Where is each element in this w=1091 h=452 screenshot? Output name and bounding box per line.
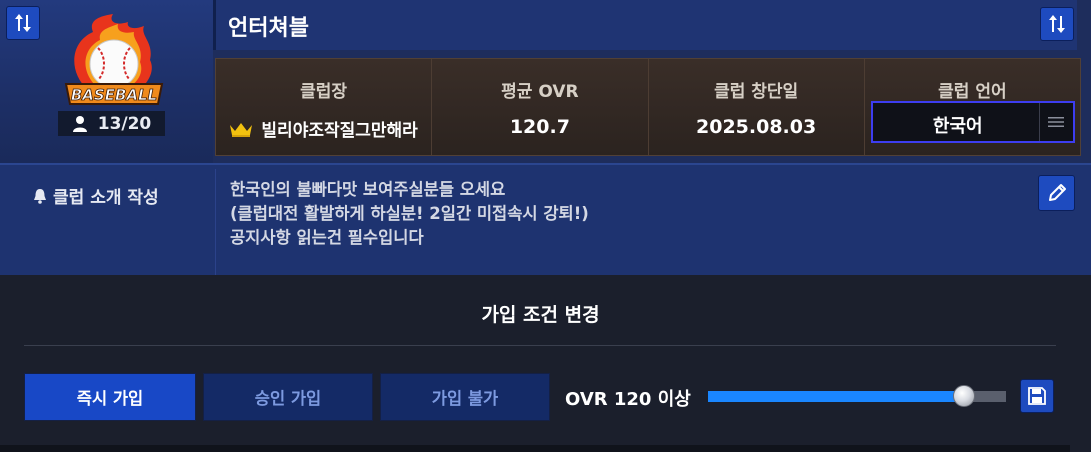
founded-value: 2025.08.03 bbox=[696, 116, 817, 138]
language-label: 클럽 언어 bbox=[938, 82, 1007, 102]
leader-column: 클럽장 빌리야조작질그만해라 bbox=[216, 59, 433, 155]
edit-intro-button[interactable] bbox=[1038, 175, 1075, 211]
ovr-condition-label: OVR 120 이상 bbox=[565, 389, 691, 410]
leader-value-row: 빌리야조작질그만해라 bbox=[216, 116, 431, 141]
slider-fill bbox=[708, 391, 964, 402]
crown-icon bbox=[230, 122, 253, 137]
founded-label: 클럽 창단일 bbox=[714, 82, 799, 102]
avg-ovr-column: 평균 OVR 120.7 bbox=[432, 59, 649, 155]
emblem-text: BASEBALL bbox=[71, 86, 157, 104]
leader-name: 빌리야조작질그만해라 bbox=[261, 121, 418, 141]
join-divider bbox=[24, 345, 1056, 346]
language-value: 한국어 bbox=[932, 116, 983, 137]
avg-ovr-value: 120.7 bbox=[509, 116, 570, 138]
bell-icon bbox=[34, 188, 46, 204]
baseball-emblem-logo: BASEBALL bbox=[64, 14, 164, 105]
person-icon bbox=[72, 115, 87, 132]
founded-column: 클럽 창단일 2025.08.03 bbox=[649, 59, 865, 155]
join-title: 가입 조건 변경 bbox=[481, 304, 600, 326]
club-info-table: 클럽장 빌리야조작질그만해라 평균 OVR 120.7 클럽 창단일 2025.… bbox=[215, 58, 1081, 156]
leader-label: 클럽장 bbox=[300, 82, 348, 102]
ovr-slider[interactable] bbox=[708, 385, 1006, 407]
intro-label: 클럽 소개 작성 bbox=[53, 188, 159, 208]
club-name: 언터쳐블 bbox=[228, 16, 309, 41]
language-menu-button[interactable] bbox=[1038, 103, 1073, 141]
swap-arrows-icon bbox=[1049, 15, 1065, 33]
join-condition-section: 가입 조건 변경 즉시 가입 승인 가입 가입 불가 OVR 120 이상 bbox=[0, 275, 1091, 452]
club-header: BASEBALL 13/20 언터쳐블 클럽장 빌리야조작질그만해라 평균 OV… bbox=[0, 0, 1091, 163]
club-info-screen: BASEBALL 13/20 언터쳐블 클럽장 빌리야조작질그만해라 평균 OV… bbox=[0, 0, 1091, 452]
club-intro-section: 클럽 소개 작성 한국인의 불빠다맛 보여주실분들 오세요 (클럽대전 활발하게… bbox=[0, 163, 1091, 275]
swap-emblem-button[interactable] bbox=[6, 6, 40, 40]
language-select[interactable]: 한국어 bbox=[870, 101, 1075, 143]
avg-ovr-label: 평균 OVR bbox=[501, 82, 579, 102]
intro-divider bbox=[215, 169, 216, 275]
swap-name-button[interactable] bbox=[1040, 7, 1074, 41]
member-count: 13/20 bbox=[97, 113, 152, 134]
club-name-bar: 언터쳐블 bbox=[213, 0, 1077, 50]
instant-join-button[interactable]: 즉시 가입 bbox=[24, 373, 196, 421]
approval-join-button[interactable]: 승인 가입 bbox=[203, 373, 373, 421]
intro-label-row: 클럽 소개 작성 bbox=[33, 183, 159, 208]
join-closed-button[interactable]: 가입 불가 bbox=[380, 373, 550, 421]
floppy-disk-icon bbox=[1028, 387, 1046, 405]
club-emblem-panel: BASEBALL 13/20 bbox=[0, 0, 213, 163]
language-column: 클럽 언어 한국어 bbox=[865, 59, 1080, 155]
pencil-icon bbox=[1048, 184, 1066, 201]
intro-text: 한국인의 불빠다맛 보여주실분들 오세요 (클럽대전 활발하게 하실분! 2일간… bbox=[230, 180, 589, 247]
swap-arrows-icon bbox=[15, 14, 31, 32]
bottom-edge bbox=[0, 445, 1070, 452]
hamburger-icon bbox=[1048, 117, 1065, 127]
member-count-bar: 13/20 bbox=[58, 111, 165, 136]
save-button[interactable] bbox=[1020, 379, 1054, 413]
slider-handle[interactable] bbox=[953, 385, 975, 407]
